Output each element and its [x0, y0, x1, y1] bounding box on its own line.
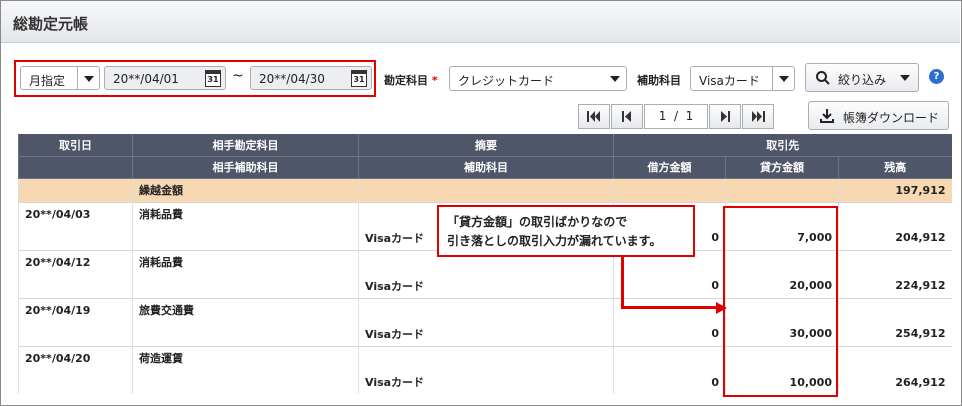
- page-separator: /: [673, 109, 679, 123]
- download-button[interactable]: 帳簿ダウンロード: [808, 101, 949, 130]
- next-page-button[interactable]: [709, 104, 741, 129]
- row-sub-account: Visaカード: [358, 274, 614, 298]
- col-header-date: 取引日: [18, 134, 133, 157]
- prev-page-icon: [622, 111, 631, 122]
- last-page-button[interactable]: [742, 104, 774, 129]
- col-header-balance: 残高: [838, 156, 952, 179]
- sub-account-select[interactable]: Visaカード: [690, 66, 795, 91]
- annotation-line-1: 「貸方金額」の取引ばかりなので: [447, 215, 628, 229]
- calendar-icon[interactable]: 31: [351, 70, 367, 87]
- total-pages: 1: [685, 109, 694, 123]
- row-date: 20**/04/03: [18, 201, 133, 226]
- col-header-debit: 借方金額: [613, 156, 726, 179]
- next-page-icon: [721, 111, 730, 122]
- calendar-icon[interactable]: 31: [205, 70, 221, 87]
- period-type-value: 月指定: [29, 74, 66, 88]
- sub-account-value: Visaカード: [699, 74, 760, 88]
- range-tilde: ~: [232, 68, 244, 84]
- date-from-value: 20**/04/01: [113, 72, 179, 86]
- row-date: 20**/04/20: [18, 345, 133, 370]
- row-balance: 254,912: [838, 322, 952, 346]
- col-header-counter-sub: 相手補助科目: [132, 156, 359, 179]
- chevron-down-icon: [77, 67, 99, 89]
- chevron-down-icon: [772, 67, 794, 90]
- annotation-callout: 「貸方金額」の取引ばかりなので 引き落としの取引入力が漏れています。: [437, 205, 695, 257]
- date-to-input[interactable]: 20**/04/30 31: [250, 66, 372, 90]
- row-debit: 0: [613, 322, 726, 346]
- date-to-value: 20**/04/30: [259, 72, 325, 86]
- col-header-partner: 取引先: [613, 134, 952, 157]
- row-debit: 0: [613, 370, 726, 394]
- title-bar: 総勘定元帳: [1, 1, 960, 43]
- row-account: 消耗品費: [132, 201, 359, 226]
- credit-column-highlight: [723, 206, 838, 397]
- carry-label: 繰越金額: [132, 178, 359, 202]
- chevron-down-icon: [604, 67, 626, 90]
- header-row-1: 取引日 相手勘定科目 摘要 取引先: [18, 134, 952, 157]
- row-balance: 224,912: [838, 274, 952, 298]
- date-from-input[interactable]: 20**/04/01 31: [104, 66, 226, 90]
- account-label: 勘定科目 *: [384, 74, 438, 87]
- first-page-icon: [587, 111, 600, 122]
- row-account: 消耗品費: [132, 249, 359, 274]
- narrow-label: 絞り込み: [838, 73, 887, 87]
- period-type-select[interactable]: 月指定: [20, 66, 100, 90]
- search-icon: [816, 71, 830, 85]
- row-balance: 264,912: [838, 370, 952, 394]
- row-balance: 204,912: [838, 226, 952, 250]
- col-header-sub-account: 補助科目: [358, 156, 614, 179]
- row-date: 20**/04/19: [18, 297, 133, 322]
- row-date: 20**/04/12: [18, 249, 133, 274]
- annotation-connector-vertical: [621, 257, 624, 308]
- download-icon: [820, 109, 834, 123]
- required-mark: *: [431, 74, 438, 87]
- prev-page-button[interactable]: [611, 104, 643, 129]
- row-account: 旅費交通費: [132, 297, 359, 322]
- header-row-2: 相手補助科目 補助科目 借方金額 貸方金額 残高: [18, 156, 952, 179]
- col-header-blank: [18, 156, 133, 179]
- page-title: 総勘定元帳: [13, 15, 89, 33]
- account-value: クレジットカード: [458, 74, 555, 88]
- chevron-down-icon: [900, 75, 910, 81]
- row-debit: 0: [613, 274, 726, 298]
- col-header-description: 摘要: [358, 134, 614, 157]
- col-header-counter-account: 相手勘定科目: [132, 134, 359, 157]
- pager: 1 / 1: [578, 104, 774, 129]
- carry-row: 繰越金額 197,912: [18, 178, 952, 202]
- narrow-button[interactable]: 絞り込み: [805, 63, 919, 92]
- col-header-credit: 貸方金額: [725, 156, 839, 179]
- row-sub-account: Visaカード: [358, 322, 614, 346]
- help-icon[interactable]: ?: [929, 69, 944, 84]
- page-indicator: 1 / 1: [644, 104, 708, 129]
- carry-balance: 197,912: [838, 178, 952, 202]
- sub-account-label: 補助科目: [637, 74, 681, 87]
- annotation-connector-horizontal: [621, 306, 717, 309]
- last-page-icon: [752, 111, 765, 122]
- current-page: 1: [658, 109, 667, 123]
- annotation-line-2: 引き落としの取引入力が漏れています。: [447, 234, 662, 248]
- row-account: 荷造運賃: [132, 345, 359, 370]
- arrow-right-icon: [716, 302, 727, 314]
- download-label: 帳簿ダウンロード: [843, 111, 940, 125]
- first-page-button[interactable]: [578, 104, 610, 129]
- account-select[interactable]: クレジットカード: [449, 66, 627, 91]
- row-sub-account: Visaカード: [358, 370, 614, 394]
